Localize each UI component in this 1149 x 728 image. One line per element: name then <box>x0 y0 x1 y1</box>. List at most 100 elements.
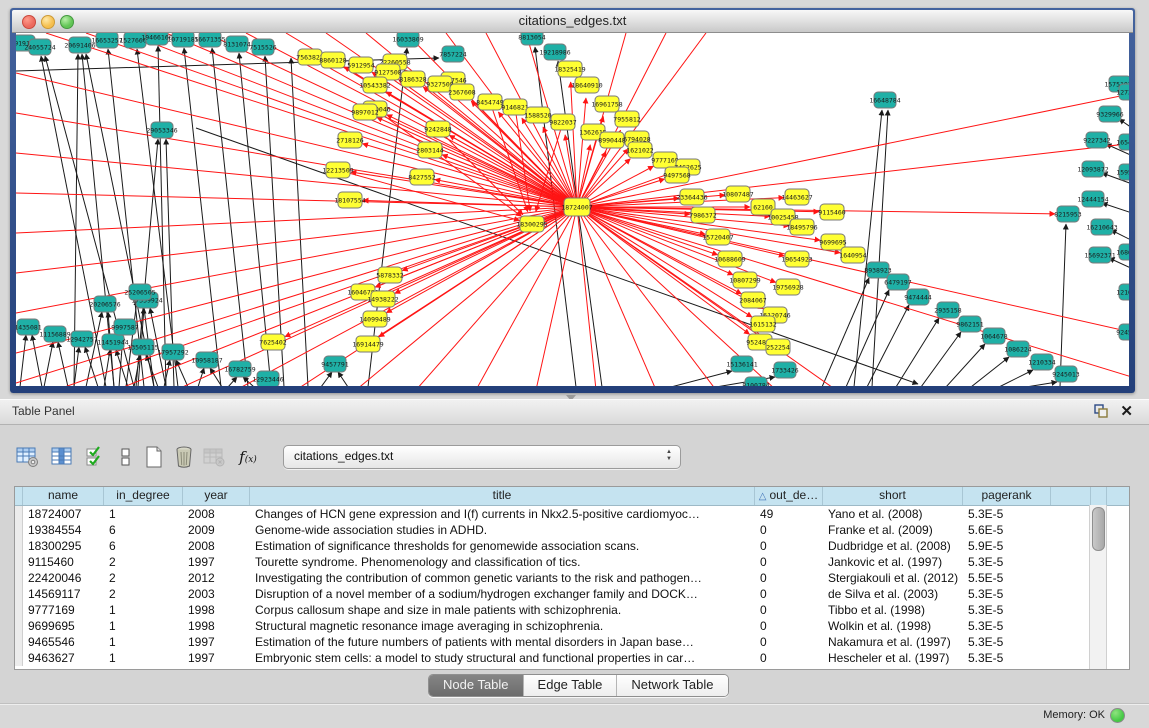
table-cell[interactable]: Tourette syndrome. Phenomenology and cla… <box>250 554 755 570</box>
network-window-titlebar[interactable]: citations_edges.txt <box>12 10 1133 33</box>
table-cell[interactable]: 5.3E-5 <box>963 586 1051 602</box>
table-cell[interactable]: 6 <box>104 522 183 538</box>
column-header-title[interactable]: title <box>250 487 755 505</box>
table-cell[interactable]: 9463627 <box>23 650 104 666</box>
table-cell[interactable]: 5.3E-5 <box>963 602 1051 618</box>
table-cell[interactable]: 18724007 <box>23 506 104 522</box>
table-cell[interactable]: Stergiakouli et al. (2012) <box>823 570 963 586</box>
column-header-name[interactable]: name <box>23 487 104 505</box>
table-cell[interactable]: de Silva et al. (2003) <box>823 586 963 602</box>
table-cell[interactable]: 19384554 <box>23 522 104 538</box>
table-cell[interactable]: 0 <box>755 554 823 570</box>
table-row[interactable]: 911546021997Tourette syndrome. Phenomeno… <box>15 554 1129 570</box>
modify-table-icon[interactable] <box>14 443 42 471</box>
table-row[interactable]: 2242004622012Investigating the contribut… <box>15 570 1129 586</box>
table-cell[interactable]: 1998 <box>183 618 250 634</box>
table-cell[interactable]: Changes of HCN gene expression and I(f) … <box>250 506 755 522</box>
table-cell[interactable]: 0 <box>755 522 823 538</box>
table-cell[interactable]: 2003 <box>183 586 250 602</box>
table-cell[interactable]: 0 <box>755 618 823 634</box>
table-cell[interactable]: 5.5E-5 <box>963 570 1051 586</box>
table-cell[interactable]: 5.9E-5 <box>963 538 1051 554</box>
show-column-icon[interactable] <box>48 443 76 471</box>
table-cell[interactable]: 22420046 <box>23 570 104 586</box>
table-cell[interactable]: Jankovic et al. (1997) <box>823 554 963 570</box>
column-header-out-de-[interactable]: △out_de… <box>755 487 823 505</box>
float-panel-icon[interactable] <box>1094 404 1109 419</box>
table-cell[interactable]: 5.3E-5 <box>963 618 1051 634</box>
node-table[interactable]: namein_degreeyeartitle△out_de…shortpager… <box>14 486 1130 670</box>
table-cell[interactable]: Yano et al. (2008) <box>823 506 963 522</box>
table-cell[interactable]: 0 <box>755 650 823 666</box>
table-cell[interactable]: 6 <box>104 538 183 554</box>
table-row[interactable]: 946554611997Estimation of the future num… <box>15 634 1129 650</box>
column-header-year[interactable]: year <box>183 487 250 505</box>
tab-network-table[interactable]: Network Table <box>616 675 727 696</box>
table-row[interactable]: 1938455462009Genome-wide association stu… <box>15 522 1129 538</box>
column-header-pagerank[interactable]: pagerank <box>963 487 1051 505</box>
table-vertical-scrollbar[interactable] <box>1089 505 1107 669</box>
table-cell[interactable]: 9115460 <box>23 554 104 570</box>
table-selector-dropdown[interactable]: citations_edges.txt ▲▼ <box>283 445 681 469</box>
table-cell[interactable]: 2008 <box>183 538 250 554</box>
tab-edge-table[interactable]: Edge Table <box>523 675 617 696</box>
new-table-icon[interactable] <box>140 443 168 471</box>
table-cell[interactable]: 14569117 <box>23 586 104 602</box>
table-cell[interactable]: 0 <box>755 602 823 618</box>
table-row[interactable]: 946362711997Embryonic stem cells: a mode… <box>15 650 1129 666</box>
table-cell[interactable]: 1997 <box>183 634 250 650</box>
table-cell[interactable]: 1 <box>104 634 183 650</box>
table-cell[interactable]: 0 <box>755 570 823 586</box>
table-row[interactable]: 1872400712008Changes of HCN gene express… <box>15 506 1129 522</box>
table-cell[interactable]: 2012 <box>183 570 250 586</box>
network-view[interactable]: 1872400775638228860128591295422260558912… <box>16 33 1129 386</box>
table-row[interactable]: 1456911722003Disruption of a novel membe… <box>15 586 1129 602</box>
table-cell[interactable]: Dudbridge et al. (2008) <box>823 538 963 554</box>
table-cell[interactable]: Wolkin et al. (1998) <box>823 618 963 634</box>
table-cell[interactable]: 9465546 <box>23 634 104 650</box>
delete-rows-icon[interactable] <box>170 443 198 471</box>
table-row[interactable]: 977716911998Corpus callosum shape and si… <box>15 602 1129 618</box>
table-cell[interactable]: 1997 <box>183 650 250 666</box>
table-cell[interactable]: 2 <box>104 586 183 602</box>
table-cell[interactable]: 1 <box>104 602 183 618</box>
table-cell[interactable]: Genome-wide association studies in ADHD. <box>250 522 755 538</box>
table-cell[interactable]: 9699695 <box>23 618 104 634</box>
table-cell[interactable]: Embryonic stem cells: a model to study s… <box>250 650 755 666</box>
table-cell[interactable]: 49 <box>755 506 823 522</box>
table-cell[interactable]: 2 <box>104 570 183 586</box>
table-cell[interactable]: Nakamura et al. (1997) <box>823 634 963 650</box>
table-cell[interactable]: Hescheler et al. (1997) <box>823 650 963 666</box>
column-header-in-degree[interactable]: in_degree <box>104 487 183 505</box>
table-cell[interactable]: Tibbo et al. (1998) <box>823 602 963 618</box>
table-cell[interactable]: 0 <box>755 634 823 650</box>
table-cell[interactable]: 5.3E-5 <box>963 506 1051 522</box>
table-cell[interactable]: 5.3E-5 <box>963 650 1051 666</box>
table-cell[interactable]: Franke et al. (2009) <box>823 522 963 538</box>
table-cell[interactable]: Investigating the contribution of common… <box>250 570 755 586</box>
table-cell[interactable]: 1997 <box>183 554 250 570</box>
close-panel-icon[interactable]: ✕ <box>1120 403 1133 420</box>
table-cell[interactable]: 5.6E-5 <box>963 522 1051 538</box>
scrollbar-thumb[interactable] <box>1092 507 1105 551</box>
table-row[interactable]: 1830029562008Estimation of significance … <box>15 538 1129 554</box>
table-cell[interactable]: 1 <box>104 506 183 522</box>
table-cell[interactable]: Corpus callosum shape and size in male p… <box>250 602 755 618</box>
select-rows-icon[interactable] <box>82 443 110 471</box>
table-cell[interactable]: 2008 <box>183 506 250 522</box>
table-row[interactable]: 969969511998Structural magnetic resonanc… <box>15 618 1129 634</box>
table-cell[interactable]: Estimation of the future numbers of pati… <box>250 634 755 650</box>
table-cell[interactable]: Disruption of a novel member of a sodium… <box>250 586 755 602</box>
table-cell[interactable]: 0 <box>755 538 823 554</box>
table-cell[interactable]: 5.3E-5 <box>963 554 1051 570</box>
table-cell[interactable]: 9777169 <box>23 602 104 618</box>
tab-node-table[interactable]: Node Table <box>429 675 523 696</box>
row-selector-icon[interactable] <box>112 443 140 471</box>
table-cell[interactable]: Structural magnetic resonance image aver… <box>250 618 755 634</box>
table-cell[interactable]: 1 <box>104 618 183 634</box>
table-cell[interactable]: 1998 <box>183 602 250 618</box>
function-builder-icon[interactable]: f(x) <box>234 443 262 471</box>
table-cell[interactable]: 2009 <box>183 522 250 538</box>
table-cell[interactable]: 2 <box>104 554 183 570</box>
delete-table-icon[interactable] <box>200 443 228 471</box>
